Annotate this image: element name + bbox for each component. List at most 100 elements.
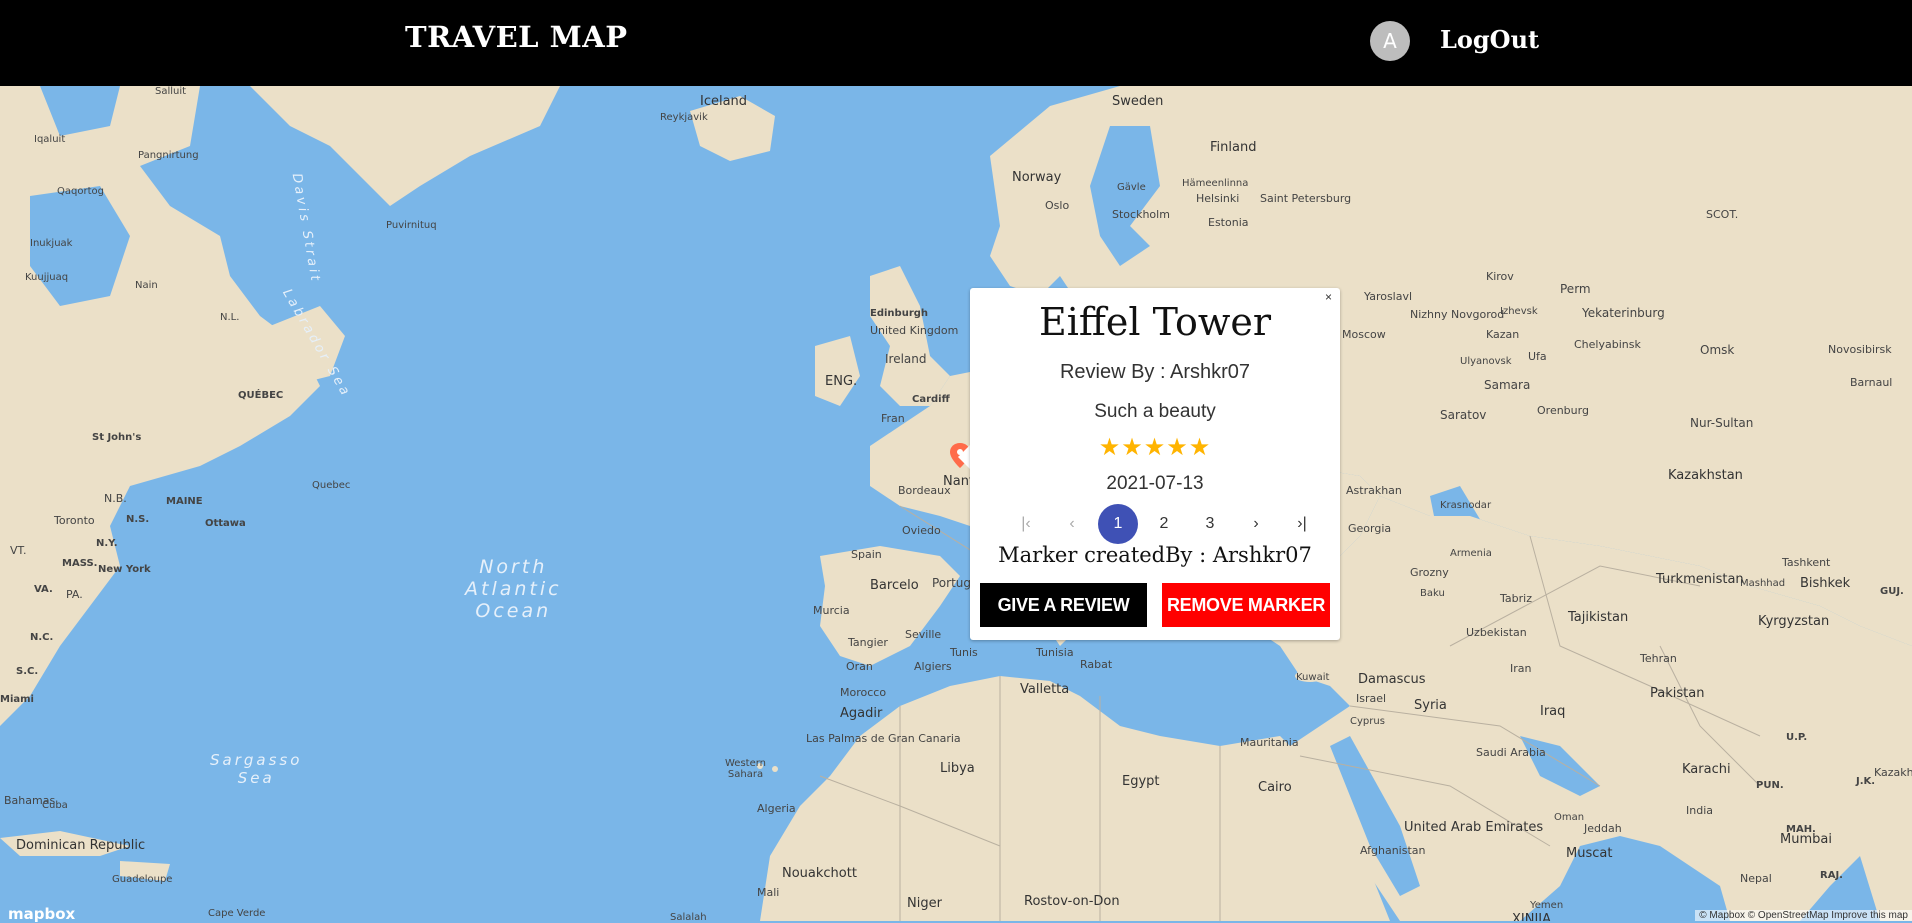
place-label: PA. (66, 588, 83, 601)
place-label: Oviedo (902, 524, 941, 537)
place-label: Barnaul (1850, 376, 1893, 389)
map-attribution[interactable]: © Mapbox © OpenStreetMap Improve this ma… (1695, 910, 1912, 921)
place-label: Nur-Sultan (1690, 416, 1754, 430)
place-label: Inukjuak (30, 238, 73, 249)
place-label: N.B. (104, 492, 127, 505)
place-label: Iran (1510, 662, 1532, 675)
remove-marker-button[interactable]: REMOVE MARKER (1162, 583, 1330, 627)
place-label: Orenburg (1537, 404, 1589, 417)
place-label: Iceland (700, 94, 748, 109)
place-label: Miami (0, 694, 34, 705)
place-label: Tehran (1640, 652, 1677, 665)
place-label: VT. (10, 544, 27, 557)
place-label: U.P. (1786, 732, 1808, 743)
place-label: Georgia (1348, 522, 1392, 535)
place-label: Kazakhstan (1874, 766, 1912, 779)
place-label: Uzbekistan (1466, 626, 1527, 639)
place-label: United Kingdom (870, 324, 959, 337)
place-label: Tunisia (1036, 646, 1074, 659)
place-label: N.L. (220, 312, 240, 323)
place-label: Quebec (312, 480, 351, 491)
place-label: Ottawa (205, 518, 246, 529)
page-button-3[interactable]: 3 (1190, 504, 1230, 544)
place-label: Tashkent (1782, 556, 1831, 569)
place-label: Syria (1414, 698, 1447, 713)
place-label: Oman (1554, 812, 1585, 823)
place-label: Astrakhan (1346, 484, 1402, 497)
app-title[interactable]: TRAVEL MAP (405, 20, 628, 54)
place-label: Salalah (670, 912, 707, 921)
place-label: Barcelo (870, 578, 919, 593)
place-label: Pangnirtung (138, 150, 199, 161)
place-label: Ireland (885, 352, 927, 366)
place-label: Cape Verde (208, 908, 266, 919)
marker-creator: Marker createdBy : Arshkr07 (998, 543, 1312, 567)
place-label: Damascus (1358, 672, 1426, 687)
place-label: GUJ. (1880, 586, 1904, 597)
place-label: Finland (1210, 140, 1257, 155)
place-label: Yemen (1530, 900, 1564, 911)
give-review-button[interactable]: GIVE A REVIEW (980, 583, 1147, 627)
prev-page-icon[interactable]: ‹ (1052, 504, 1092, 544)
place-label: Stockholm (1112, 208, 1170, 221)
place-label: New York (98, 564, 151, 575)
place-label: Baku (1420, 588, 1445, 599)
place-label: PUN. (1756, 780, 1784, 791)
place-label: XINJIA (1512, 912, 1552, 921)
place-label: Chelyabinsk (1574, 338, 1641, 351)
place-label: Pakistan (1650, 686, 1705, 701)
place-label: Seville (905, 628, 942, 641)
logout-button[interactable]: LogOut (1440, 25, 1539, 54)
place-label: S.C. (16, 666, 39, 677)
map-canvas[interactable]: North Atlantic Ocean Sargasso Sea Davis … (0, 86, 1912, 921)
page-button-2[interactable]: 2 (1144, 504, 1184, 544)
place-label: Rostov-on-Don (1024, 894, 1120, 909)
place-label: Afghanistan (1360, 844, 1426, 857)
place-label: Yekaterinburg (1582, 306, 1665, 320)
popup-pointer (958, 445, 970, 469)
place-label: Cyprus (1350, 716, 1385, 727)
page-button-1[interactable]: 1 (1098, 504, 1138, 544)
first-page-icon[interactable]: |‹ (1006, 504, 1046, 544)
place-label: Nouakchott (782, 866, 857, 881)
last-page-icon[interactable]: ›| (1282, 504, 1322, 544)
place-label: Kazakhstan (1668, 468, 1743, 483)
avatar[interactable]: A (1370, 21, 1410, 61)
place-label: Western Sahara (725, 758, 767, 780)
place-label: Salluit (155, 86, 187, 97)
place-label: Saint Petersburg (1260, 192, 1352, 205)
place-label: Bishkek (1800, 576, 1851, 591)
place-label: Kyrgyzstan (1758, 614, 1830, 629)
place-label: Fran (881, 412, 905, 425)
place-label: Algiers (914, 660, 952, 673)
place-label: Iraq (1540, 704, 1566, 719)
place-label: Gävle (1117, 182, 1146, 193)
place-label: India (1686, 804, 1713, 817)
place-label: Jeddah (1584, 822, 1622, 835)
place-label: Oran (846, 660, 873, 673)
marker-popup: × Eiffel Tower Review By : Arshkr07 Such… (970, 288, 1340, 640)
place-label: Tangier (848, 636, 888, 649)
place-label: Iqaluit (34, 134, 66, 145)
place-label: Oslo (1045, 199, 1070, 212)
place-label: Ufa (1528, 350, 1547, 363)
place-label: N.S. (126, 514, 150, 525)
place-label: N.C. (30, 632, 54, 643)
place-label: Muscat (1566, 846, 1613, 861)
next-page-icon[interactable]: › (1236, 504, 1276, 544)
sea-label-sargasso: Sargasso Sea (210, 751, 303, 787)
place-label: Tunis (950, 646, 978, 659)
place-label: Israel (1356, 692, 1387, 705)
place-label: Hämeenlinna (1182, 178, 1249, 189)
top-navbar: TRAVEL MAP A LogOut (0, 0, 1912, 86)
place-label: Kuujjuaq (25, 272, 69, 283)
place-label: Edinburgh (870, 308, 929, 319)
mapbox-logo[interactable]: mapbox (8, 905, 75, 923)
place-label: Morocco (840, 686, 887, 699)
review-author: Review By : Arshkr07 (1059, 361, 1251, 383)
place-label: Guadeloupe (112, 874, 173, 885)
place-label: Karachi (1682, 762, 1731, 777)
place-label: ENG. (825, 374, 858, 389)
place-label: Tajikistan (1568, 610, 1629, 625)
place-label: Reykjavik (660, 112, 708, 123)
